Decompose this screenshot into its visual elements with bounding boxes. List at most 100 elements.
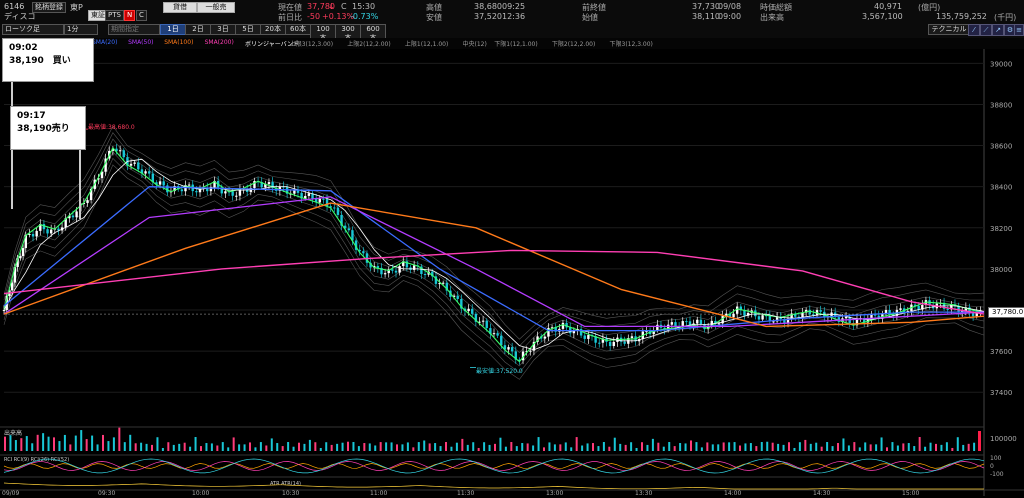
- calendar-icon[interactable]: C: [136, 10, 147, 21]
- volume-bar: [63, 434, 66, 451]
- candle-body: [71, 215, 75, 218]
- period-button[interactable]: 1日: [160, 24, 186, 35]
- y-tick-label: 37400: [990, 389, 1012, 397]
- chart-type-select[interactable]: ローソク足: [2, 24, 64, 35]
- candle-body: [195, 191, 198, 193]
- volume-bar: [200, 446, 202, 451]
- high-marker: 最高値:38,680.0: [88, 124, 135, 131]
- volume-bar: [123, 442, 126, 451]
- volume-bar: [145, 443, 148, 451]
- period-button[interactable]: 3日: [210, 24, 236, 35]
- candle-body: [158, 181, 162, 185]
- current-c: C: [341, 2, 347, 11]
- volume-bar: [956, 437, 959, 451]
- volume-bar: [613, 437, 616, 451]
- candle-body: [318, 198, 321, 203]
- low-label: 安値: [426, 13, 442, 22]
- candle-body: [757, 316, 761, 320]
- volume-bar: [156, 437, 159, 451]
- draw-line-icon[interactable]: ⁄: [968, 24, 980, 36]
- y-tick-label: 38800: [990, 101, 1012, 109]
- candle-body: [42, 224, 46, 230]
- candle-body: [587, 335, 590, 339]
- candle-body: [383, 273, 387, 275]
- volume-bar: [445, 442, 447, 451]
- y-tick-label: 39000: [990, 60, 1012, 68]
- sell-annotation: 09:17 38,190売り: [10, 106, 86, 150]
- chart-area: 3900038800386003840038200380003780037600…: [0, 49, 1024, 497]
- volume-bar: [216, 445, 219, 451]
- volume-bar: [913, 446, 916, 451]
- volume-bar: [96, 444, 99, 451]
- period-button[interactable]: 20本: [260, 24, 286, 35]
- tab-general[interactable]: 一般売: [197, 2, 235, 13]
- volume-bar: [744, 443, 747, 451]
- volume-bar: [641, 442, 643, 451]
- high-time: 09:25: [502, 2, 526, 11]
- period-input[interactable]: 期間指定: [108, 24, 160, 35]
- volume-bar: [711, 444, 714, 451]
- volume-bar: [875, 444, 878, 451]
- volume-bar: [232, 437, 235, 451]
- news-icon[interactable]: N: [124, 10, 136, 21]
- volume-bar: [325, 442, 328, 451]
- volume-bar: [684, 443, 687, 451]
- volume-bar: [760, 442, 763, 451]
- draw-trend-icon[interactable]: ⟋: [980, 24, 992, 36]
- low-marker: 最安値:37,520.0: [476, 368, 523, 375]
- volume-bar: [886, 447, 888, 451]
- atr-label: ATR ATR(14): [270, 481, 301, 487]
- volume-bar: [809, 443, 812, 451]
- legend-item: SMA(100): [164, 39, 194, 46]
- tab-rate[interactable]: 貸借: [163, 2, 197, 13]
- volume-bar: [477, 447, 480, 451]
- ruler-icon[interactable]: ↗: [992, 24, 1004, 36]
- volume-bar: [586, 443, 589, 451]
- candle-body: [485, 320, 488, 329]
- candle-body: [137, 162, 140, 170]
- register-button[interactable]: 銘柄登録: [32, 2, 66, 13]
- volume-bar: [559, 444, 562, 451]
- volume-bar: [336, 443, 339, 451]
- candle-body: [808, 309, 811, 315]
- volume-bar: [798, 442, 801, 451]
- volume-bar: [91, 435, 94, 451]
- y-tick-label: 38200: [990, 225, 1012, 233]
- pts-button[interactable]: PTS: [105, 10, 124, 21]
- menu-icon[interactable]: ≡: [1014, 24, 1024, 36]
- y-tick-label: 37600: [990, 348, 1012, 356]
- candle-body: [492, 333, 496, 335]
- rci-tick: 0: [990, 463, 994, 470]
- volume-bar: [646, 444, 649, 451]
- candle-body: [899, 308, 902, 310]
- candle-body: [819, 310, 822, 312]
- interval-select[interactable]: 1分: [64, 24, 98, 35]
- candle-body: [481, 320, 485, 322]
- volume-bar: [434, 443, 437, 451]
- volume-bar: [243, 444, 246, 451]
- period-button[interactable]: 2日: [185, 24, 211, 35]
- volume-bar: [374, 445, 377, 451]
- candle-body: [500, 335, 503, 346]
- volume-bar: [221, 442, 224, 451]
- technical-button[interactable]: テクニカル: [928, 24, 970, 35]
- volume-bar: [739, 445, 741, 451]
- volume-bar: [880, 437, 883, 451]
- period-button[interactable]: 60本: [285, 24, 311, 35]
- candle-body: [322, 198, 325, 200]
- candle-body: [10, 282, 14, 291]
- price-chart[interactable]: 3900038800386003840038200380003780037600…: [0, 49, 1024, 497]
- chart-background: [0, 49, 1024, 496]
- period-button[interactable]: 5日: [235, 24, 261, 35]
- volume-bar: [869, 444, 872, 451]
- volume-bar: [662, 446, 665, 451]
- volume-bar: [58, 441, 61, 451]
- volume-bar: [793, 447, 796, 451]
- volume-label: 出来高: [760, 13, 784, 22]
- volume-bar: [592, 443, 594, 451]
- volume-bar: [826, 442, 829, 451]
- volume-bar: [864, 442, 867, 451]
- volume-bar: [385, 442, 388, 451]
- legend-item: 下限3(12,3.00): [609, 41, 653, 48]
- change-value: -50: [307, 12, 321, 21]
